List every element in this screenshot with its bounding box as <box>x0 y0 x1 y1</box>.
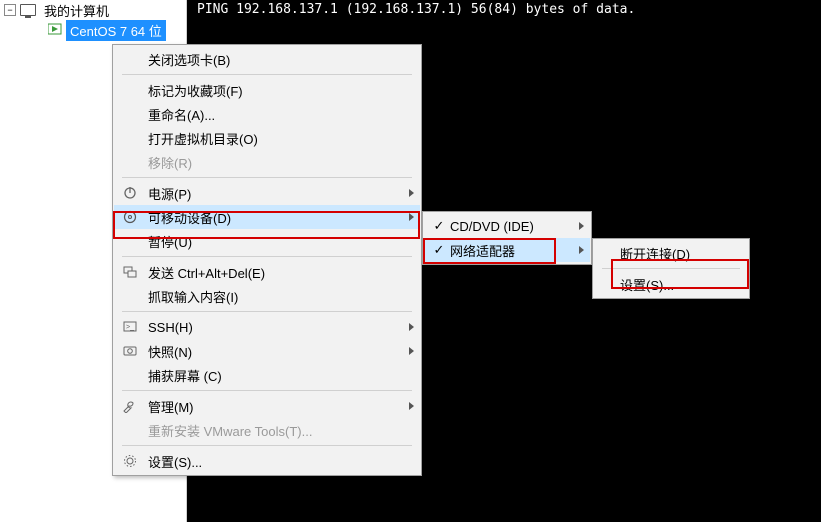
menu-open-dir[interactable]: 打开虚拟机目录(O) <box>114 126 420 150</box>
menu-send-cad[interactable]: 发送 Ctrl+Alt+Del(E) <box>114 260 420 284</box>
tree-root-label: 我的计算机 <box>40 0 113 21</box>
menu-separator <box>122 311 412 312</box>
vm-running-icon <box>48 23 62 37</box>
submenu-cddvd[interactable]: ✓ CD/DVD (IDE) <box>424 214 590 238</box>
menu-ssh[interactable]: >_SSH(H) <box>114 315 420 339</box>
svg-text:>_: >_ <box>126 324 134 331</box>
menu-separator <box>602 268 740 269</box>
menu-grab-input[interactable]: 抓取输入内容(I) <box>114 284 420 308</box>
menu-settings[interactable]: 设置(S)... <box>114 449 420 473</box>
menu-remove: 移除(R) <box>114 150 420 174</box>
menu-separator <box>122 177 412 178</box>
power-icon <box>118 181 142 205</box>
submenu-network-adapter[interactable]: ✓ 网络适配器 <box>424 238 590 262</box>
menu-pause[interactable]: 暂停(U) <box>114 229 420 253</box>
menu-favorite[interactable]: 标记为收藏项(F) <box>114 78 420 102</box>
computer-icon <box>20 4 36 16</box>
tree-root-row[interactable]: − 我的计算机 <box>0 0 186 20</box>
gear-icon <box>118 449 142 473</box>
context-submenu-removable: ✓ CD/DVD (IDE) ✓ 网络适配器 <box>422 211 592 265</box>
menu-capture[interactable]: 捕获屏幕 (C) <box>114 363 420 387</box>
menu-removable-devices[interactable]: 可移动设备(D) <box>114 205 420 229</box>
tree-vm-row[interactable]: CentOS 7 64 位 <box>0 20 186 40</box>
ssh-icon: >_ <box>118 315 142 339</box>
collapse-icon[interactable]: − <box>4 4 16 16</box>
menu-reinstall-tools: 重新安装 VMware Tools(T)... <box>114 418 420 442</box>
menu-manage[interactable]: 管理(M) <box>114 394 420 418</box>
disc-icon <box>118 205 142 229</box>
menu-power[interactable]: 电源(P) <box>114 181 420 205</box>
snapshot-icon <box>118 339 142 363</box>
menu-separator <box>122 256 412 257</box>
submenu-settings[interactable]: 设置(S)... <box>594 272 748 296</box>
tree-vm-label: CentOS 7 64 位 <box>66 20 166 41</box>
menu-snapshot[interactable]: 快照(N) <box>114 339 420 363</box>
menu-rename[interactable]: 重命名(A)... <box>114 102 420 126</box>
check-icon: ✓ <box>428 242 450 258</box>
menu-separator <box>122 74 412 75</box>
context-menu-main: 关闭选项卡(B) 标记为收藏项(F) 重命名(A)... 打开虚拟机目录(O) … <box>112 44 422 476</box>
wrench-icon <box>118 394 142 418</box>
menu-separator <box>122 445 412 446</box>
check-icon: ✓ <box>428 218 450 234</box>
terminal-line: PING 192.168.137.1 (192.168.137.1) 56(84… <box>197 2 635 17</box>
menu-separator <box>122 390 412 391</box>
send-keys-icon <box>118 260 142 284</box>
menu-close-tab[interactable]: 关闭选项卡(B) <box>114 47 420 71</box>
submenu-disconnect[interactable]: 断开连接(D) <box>594 241 748 265</box>
context-submenu-netadapter: 断开连接(D) 设置(S)... <box>592 238 750 299</box>
